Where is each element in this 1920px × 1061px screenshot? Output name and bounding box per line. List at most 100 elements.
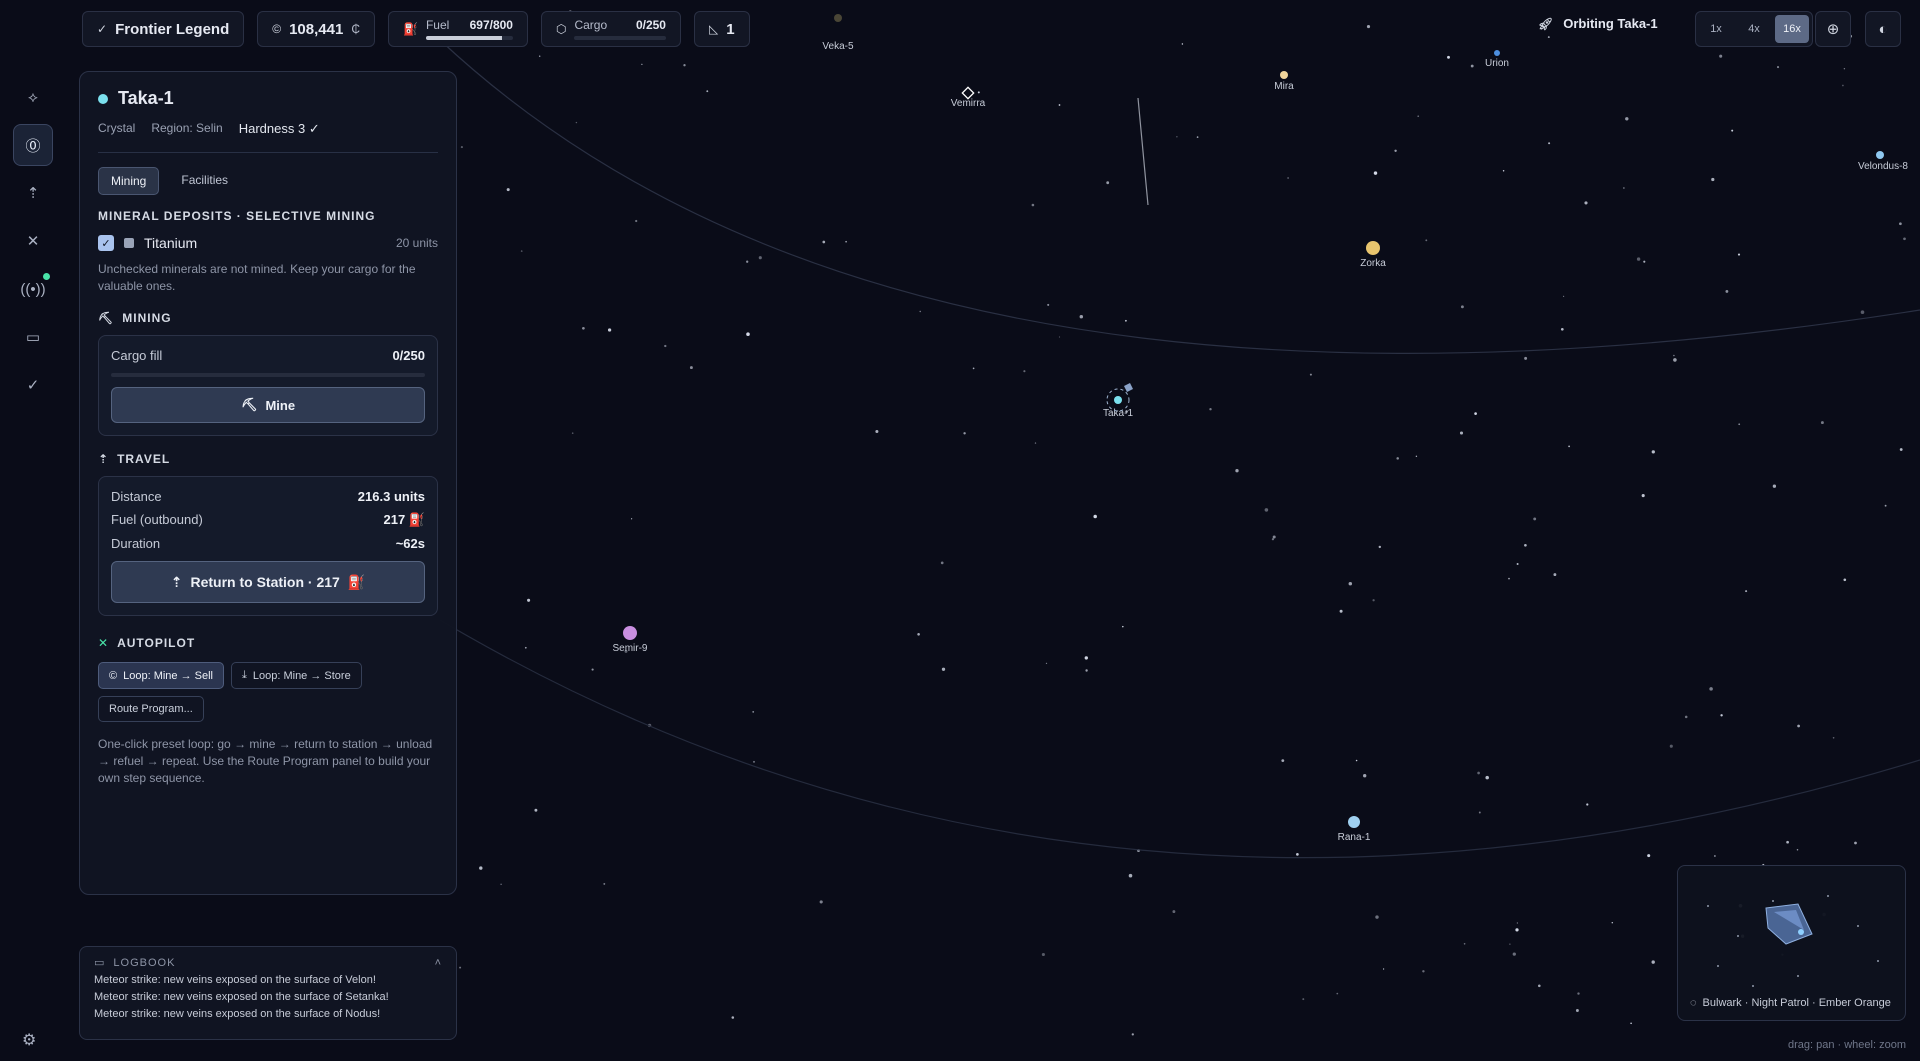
tab-facilities[interactable]: Facilities bbox=[169, 167, 240, 195]
rocket-icon: ⇡ bbox=[98, 452, 110, 466]
sidebar-planet-info[interactable]: ⓪ bbox=[13, 124, 53, 166]
game-title-badge[interactable]: ✓ Frontier Legend bbox=[82, 11, 245, 47]
download-icon: ⤓ bbox=[242, 669, 247, 681]
planet-panel: Taka-1 Crystal Region: Selin Hardness 3 … bbox=[79, 71, 457, 895]
theme-button[interactable]: ◐ bbox=[1865, 11, 1901, 47]
orbit-ring bbox=[439, 39, 1920, 354]
notification-dot bbox=[43, 273, 50, 280]
orbit-status-text: Orbiting Taka-1 bbox=[1563, 16, 1658, 31]
navigation-icon: ⟡ bbox=[28, 88, 38, 106]
ship-name: Bulwark · Night Patrol · Ember Orange bbox=[1702, 997, 1891, 1009]
celestial-body-vemirra[interactable]: Vemirra bbox=[951, 86, 986, 109]
deposit-checkbox[interactable]: ✓ bbox=[98, 235, 114, 251]
autopilot-note: One-click preset loop: go → mine → retur… bbox=[98, 737, 433, 785]
distance-label: Distance bbox=[111, 489, 162, 504]
fuel-pump-icon: ⛽ bbox=[347, 573, 366, 590]
checkmark-icon: ✓ bbox=[26, 377, 40, 394]
celestial-body-zorka[interactable]: Zorka bbox=[1360, 241, 1386, 269]
ship-card[interactable]: ◌ Bulwark · Night Patrol · Ember Orange bbox=[1677, 865, 1906, 1021]
left-sidebar: ⟡ ⓪ ⇡ ✕ ((•)) ▭ ✓ bbox=[12, 76, 54, 406]
network-icon: ✕ bbox=[98, 636, 110, 650]
fuel-label: Fuel bbox=[425, 18, 450, 32]
network-icon: ✕ bbox=[26, 233, 40, 250]
mineral-swatch bbox=[124, 238, 134, 248]
palette-icon: ◐ bbox=[1878, 20, 1888, 38]
fuel-display: ⛽ Fuel 697/800 bbox=[387, 11, 528, 47]
collapse-icon[interactable]: ˄ bbox=[435, 957, 442, 969]
celestial-body-rana-1[interactable]: Rana-1 bbox=[1338, 816, 1371, 843]
return-to-station-button[interactable]: ⇡ Return to Station · 217 ⛽ bbox=[111, 561, 425, 603]
level-display[interactable]: ◺ 1 bbox=[693, 11, 750, 47]
fuel-pump-icon: ⛽ bbox=[408, 512, 425, 527]
cargo-value: 0/250 bbox=[635, 18, 666, 32]
distance-value: 216.3 units bbox=[357, 489, 425, 504]
celestial-body-velondus-8[interactable]: Velondus-8 bbox=[1858, 151, 1908, 172]
pickaxe-icon: ⛏︎ bbox=[240, 397, 258, 412]
ship-icon bbox=[1765, 903, 1813, 945]
check-icon: ✓ bbox=[97, 22, 108, 36]
mining-heading: ⛏︎ MINING bbox=[98, 311, 172, 325]
route-program-button[interactable]: Route Program... bbox=[98, 696, 204, 722]
celestial-body-semir-9[interactable]: Semir-9 bbox=[612, 626, 648, 654]
duration-value: ~62s bbox=[395, 536, 425, 551]
recenter-button[interactable]: ⊕ bbox=[1815, 11, 1851, 47]
body-label: Velondus-8 bbox=[1858, 161, 1908, 172]
body-label: Rana-1 bbox=[1338, 832, 1371, 843]
sidebar-ship[interactable]: ⇡ bbox=[13, 172, 53, 214]
zoom-16x-button[interactable]: 16x bbox=[1775, 15, 1809, 43]
cube-icon: ⬡ bbox=[555, 22, 567, 36]
credits-unit: ₵ bbox=[351, 22, 360, 36]
rocket-icon: 🚀︎ bbox=[1538, 16, 1554, 31]
orbit-ring bbox=[439, 619, 1920, 859]
credits-display: © 108,441 ₵ bbox=[257, 11, 375, 47]
tab-mining[interactable]: Mining bbox=[98, 167, 160, 195]
rocket-icon: ⇡ bbox=[170, 573, 183, 590]
panel-title: Taka-1 bbox=[118, 88, 174, 108]
deposit-row[interactable]: ✓ Titanium 20 units bbox=[98, 235, 438, 251]
credits-value: 108,441 bbox=[289, 20, 344, 38]
logbook-title: LOGBOOK bbox=[113, 956, 176, 969]
gear-icon: ⚙ bbox=[22, 1032, 37, 1049]
planet-type: Crystal bbox=[98, 121, 136, 135]
sidebar-network[interactable]: ✕ bbox=[13, 220, 53, 262]
zoom-1x-button[interactable]: 1x bbox=[1699, 15, 1733, 43]
celestial-body-veka-5[interactable]: Veka-5 bbox=[822, 14, 854, 52]
divider bbox=[98, 152, 438, 153]
sidebar-navigation[interactable]: ⟡ bbox=[13, 76, 53, 118]
cargo-label: Cargo bbox=[574, 18, 608, 32]
cargo-fill-label: Cargo fill bbox=[111, 348, 163, 363]
game-title: Frontier Legend bbox=[115, 20, 230, 38]
deposits-heading: MINERAL DEPOSITS · SELECTIVE MINING bbox=[98, 209, 376, 223]
body-label: Mira bbox=[1274, 81, 1294, 92]
sidebar-radio[interactable]: ((•)) bbox=[13, 268, 53, 310]
fuel-outbound-value: 217 ⛽ bbox=[383, 512, 425, 527]
crosshair-icon: ⊕ bbox=[1826, 21, 1840, 38]
settings-button[interactable]: ⚙ bbox=[22, 1030, 36, 1050]
compass-icon: ⓪ bbox=[25, 137, 41, 155]
cargo-bar bbox=[574, 36, 666, 40]
controls-hint: drag: pan · wheel: zoom bbox=[1787, 1039, 1906, 1051]
sidebar-terminal[interactable]: ▭ bbox=[13, 316, 53, 358]
duration-label: Duration bbox=[111, 536, 161, 551]
travel-heading: ⇡ TRAVEL bbox=[98, 452, 171, 466]
rocket-icon: ⇡ bbox=[26, 185, 40, 202]
planet-color-dot bbox=[98, 93, 108, 104]
sidebar-tasks[interactable]: ✓ bbox=[13, 364, 53, 406]
coin-icon: © bbox=[272, 22, 282, 36]
zoom-4x-button[interactable]: 4x bbox=[1737, 15, 1771, 43]
body-label: Urion bbox=[1485, 58, 1509, 69]
loop-mine-store-button[interactable]: ⤓ Loop: Mine → Store bbox=[231, 662, 362, 689]
fuel-bar bbox=[425, 36, 513, 40]
body-label: Semir-9 bbox=[612, 643, 647, 654]
cargo-fill-bar bbox=[111, 373, 425, 377]
mine-button[interactable]: ⛏︎ Mine bbox=[111, 387, 425, 423]
zoom-selector: 1x 4x 16x bbox=[1695, 11, 1813, 47]
celestial-body-urion[interactable]: Urion bbox=[1485, 50, 1509, 69]
logbook-icon: ▭ bbox=[94, 957, 106, 969]
loop-mine-sell-button[interactable]: © Loop: Mine → Sell bbox=[98, 662, 224, 689]
level-value: 1 bbox=[726, 20, 735, 38]
travel-box: Distance 216.3 units Fuel (outbound) 217 ⛽… bbox=[98, 476, 438, 616]
fuel-pump-icon: ⛽ bbox=[402, 22, 418, 36]
ship-badge-icon: ◌ bbox=[1690, 997, 1697, 1009]
celestial-body-mira[interactable]: Mira bbox=[1274, 71, 1294, 92]
